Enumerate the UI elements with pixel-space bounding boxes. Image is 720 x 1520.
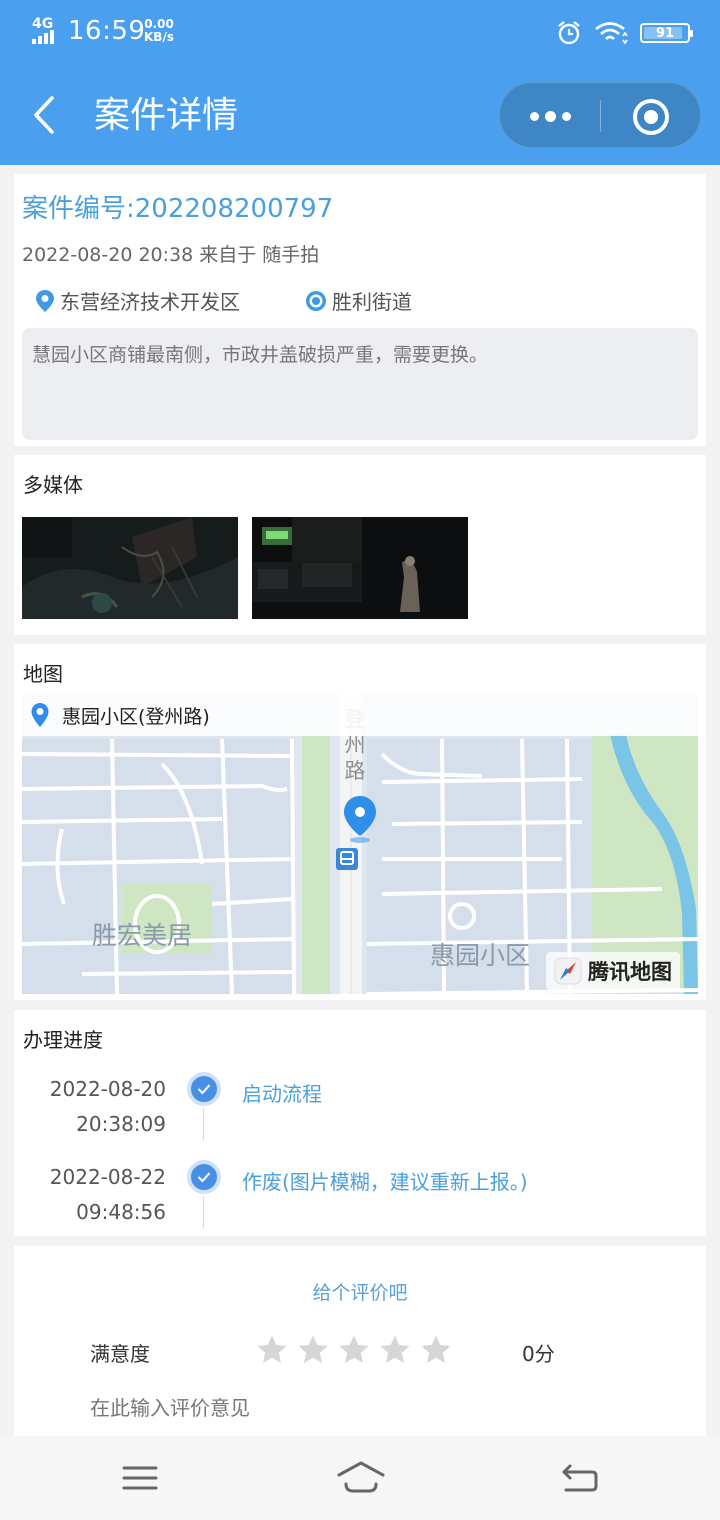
case-info-card: 案件编号:202208200797 2022-08-20 20:38 来自于 随… xyxy=(14,174,706,446)
step-1-text: 启动流程 xyxy=(242,1082,322,1106)
map-address-bar: 惠园小区(登州路) xyxy=(22,694,698,736)
progress-card: 办理进度 2022-08-20 20:38:09 启动流程 2022-08-22… xyxy=(14,1010,706,1236)
comment-input[interactable]: 在此输入评价意见 xyxy=(90,1392,250,1421)
title-bar: 4G 16:59 0.00 KB/s 91 案件详情 xyxy=(0,0,720,165)
star-icon[interactable] xyxy=(420,1334,452,1366)
battery-icon: 91 xyxy=(640,23,693,43)
step-2-date: 2022-08-22 xyxy=(49,1165,166,1189)
star-icon[interactable] xyxy=(297,1334,329,1366)
media-photo-2[interactable] xyxy=(252,517,468,619)
star-icon[interactable] xyxy=(256,1334,288,1366)
rating-title: 给个评价吧 xyxy=(312,1282,408,1304)
progress-section-title: 办理进度 xyxy=(23,1028,103,1052)
timeline-connector xyxy=(203,1196,204,1228)
home-icon[interactable] xyxy=(336,1458,386,1498)
wifi-icon xyxy=(595,22,628,45)
status-bar: 4G 16:59 0.00 KB/s 91 xyxy=(0,0,720,66)
alarm-icon xyxy=(558,21,580,45)
rating-card: 给个评价吧 满意度 0分 在此输入评价意见 xyxy=(14,1246,706,1436)
battery-level: 91 xyxy=(655,25,675,41)
network-speed: 0.00 KB/s xyxy=(144,18,174,44)
signal-icon xyxy=(32,30,62,44)
case-description: 慧园小区商铺最南侧，市政井盖破损严重，需要更换。 xyxy=(22,328,698,440)
star-icon[interactable] xyxy=(379,1334,411,1366)
clock: 16:59 xyxy=(68,16,146,46)
target-location-icon xyxy=(306,290,326,311)
area-label-huiyuan: 惠园小区 xyxy=(430,941,530,970)
case-meta: 2022-08-20 20:38 来自于 随手拍 xyxy=(22,244,320,266)
satisfaction-label: 满意度 xyxy=(90,1342,150,1366)
timeline-connector xyxy=(203,1108,204,1140)
location-pin-icon xyxy=(31,703,49,727)
step-2-time: 09:48:56 xyxy=(76,1200,166,1224)
map-view[interactable]: 登 州 路 胜宏美居 惠园小区 惠园小区(登州路) 腾讯地图 xyxy=(22,694,698,994)
step-2-text: 作废(图片模糊，建议重新上报。) xyxy=(242,1170,528,1194)
street-name: 胜利街道 xyxy=(332,290,412,314)
rating-score: 0分 xyxy=(522,1342,555,1366)
more-button[interactable] xyxy=(500,83,600,149)
map-section-title: 地图 xyxy=(23,662,63,686)
back-nav-icon[interactable] xyxy=(558,1458,602,1498)
more-dot-icon xyxy=(529,111,539,121)
capsule-divider xyxy=(600,100,601,132)
district-name: 东营经济技术开发区 xyxy=(60,290,240,314)
map-provider-name: 腾讯地图 xyxy=(588,960,672,984)
district-tag: 东营经济技术开发区 xyxy=(34,286,240,315)
step-1-datetime: 2022-08-20 20:38:09 xyxy=(16,1072,166,1142)
system-nav-bar xyxy=(0,1436,720,1520)
compass-icon xyxy=(554,957,582,985)
map-card: 地图 州 路 胜宏美居 惠园小区 惠园小区(登州路) 腾讯地图 xyxy=(14,644,706,1000)
more-dot-icon xyxy=(561,111,571,121)
check-circle-icon xyxy=(187,1160,221,1194)
road-label-3: 路 xyxy=(345,759,366,783)
speed-unit: KB/s xyxy=(144,30,174,44)
more-dot-icon xyxy=(544,110,556,122)
case-number: 案件编号:202208200797 xyxy=(22,194,334,224)
step-1-date: 2022-08-20 xyxy=(49,1077,166,1101)
location-pin-icon xyxy=(36,289,54,312)
star-rating[interactable] xyxy=(256,1334,452,1366)
map-address: 惠园小区(登州路) xyxy=(62,705,210,728)
menu-icon[interactable] xyxy=(118,1458,162,1498)
area-label-shenghong: 胜宏美居 xyxy=(92,921,192,950)
step-2-datetime: 2022-08-22 09:48:56 xyxy=(16,1160,166,1230)
page-title: 案件详情 xyxy=(94,95,239,136)
back-arrow-icon[interactable] xyxy=(26,90,66,140)
map-provider-logo: 腾讯地图 xyxy=(546,952,680,990)
road-label-2: 州 xyxy=(345,733,366,757)
media-section-title: 多媒体 xyxy=(23,473,83,497)
step-1-time: 20:38:09 xyxy=(76,1112,166,1136)
mini-program-capsule xyxy=(499,82,701,148)
star-icon[interactable] xyxy=(338,1334,370,1366)
media-card: 多媒体 xyxy=(14,455,706,635)
street-tag: 胜利街道 xyxy=(304,286,412,315)
close-target-icon[interactable] xyxy=(633,99,669,135)
check-circle-icon xyxy=(187,1072,221,1106)
media-photo-1[interactable] xyxy=(22,517,238,619)
